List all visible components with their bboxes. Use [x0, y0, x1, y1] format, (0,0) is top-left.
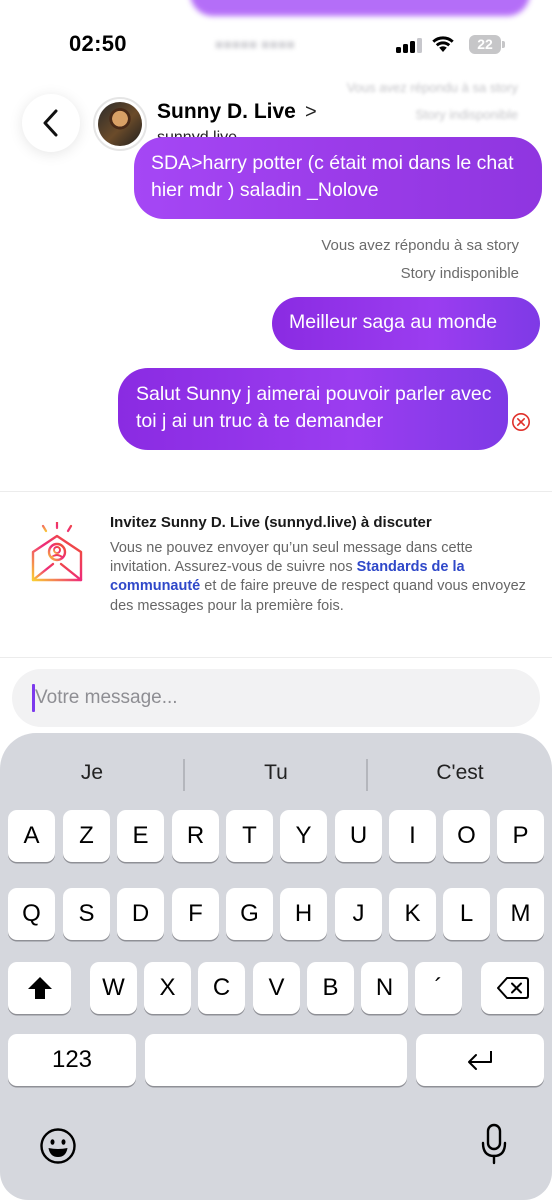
microphone-icon[interactable]: [480, 1123, 508, 1167]
key[interactable]: O: [443, 810, 490, 862]
key[interactable]: H: [280, 888, 327, 940]
suggestion-divider: [183, 759, 185, 791]
story-unavailable-label: Story indisponible: [400, 265, 519, 282]
delete-key[interactable]: [481, 962, 544, 1014]
back-button[interactable]: [22, 94, 80, 152]
invite-body: Vous ne pouvez envoyer qu’un seul messag…: [110, 539, 530, 616]
key[interactable]: U: [335, 810, 382, 862]
key[interactable]: A: [8, 810, 55, 862]
shift-key[interactable]: [8, 962, 71, 1014]
key[interactable]: M: [497, 888, 544, 940]
message-input[interactable]: Votre message...: [12, 669, 540, 727]
divider: [0, 657, 552, 658]
key[interactable]: C: [198, 962, 245, 1014]
suggestion-item[interactable]: C'est: [370, 761, 550, 785]
key[interactable]: B: [307, 962, 354, 1014]
avatar-image: [98, 102, 142, 146]
suggestion-item[interactable]: Je: [2, 761, 182, 785]
status-time: 02:50: [69, 31, 127, 56]
key[interactable]: Y: [280, 810, 327, 862]
key[interactable]: L: [443, 888, 490, 940]
emoji-icon[interactable]: [39, 1127, 77, 1165]
suggestion-divider: [366, 759, 368, 791]
key[interactable]: I: [389, 810, 436, 862]
key[interactable]: P: [497, 810, 544, 862]
key[interactable]: V: [253, 962, 300, 1014]
key[interactable]: ´: [415, 962, 462, 1014]
story-reply-label: Vous avez répondu à sa story: [321, 237, 519, 254]
invite-title: Invitez Sunny D. Live (sunnyd.live) à di…: [110, 514, 432, 531]
invite-envelope-icon: [31, 522, 83, 582]
keyboard: Je Tu C'est A Z E R T Y U I O P Q S D F …: [0, 733, 552, 1200]
divider: [0, 491, 552, 492]
key[interactable]: G: [226, 888, 273, 940]
key[interactable]: N: [361, 962, 408, 1014]
key[interactable]: K: [389, 888, 436, 940]
chevron-right-icon[interactable]: >: [305, 101, 317, 124]
chevron-left-icon: [43, 109, 58, 137]
cellular-signal-icon: [396, 37, 424, 53]
backspace-icon: [496, 977, 529, 999]
battery-level: 22: [469, 35, 501, 54]
key[interactable]: J: [335, 888, 382, 940]
send-failed-icon[interactable]: [511, 412, 531, 432]
sent-message-bubble[interactable]: Salut Sunny j aimerai pouvoir parler ave…: [118, 368, 508, 450]
key[interactable]: F: [172, 888, 219, 940]
wifi-icon: [432, 36, 454, 52]
key[interactable]: S: [63, 888, 110, 940]
sent-message-bubble[interactable]: SDA>harry potter (c était moi dans le ch…: [134, 137, 542, 219]
battery-icon: 22: [469, 35, 505, 54]
return-icon: [468, 1051, 492, 1070]
key[interactable]: W: [90, 962, 137, 1014]
message-placeholder: Votre message...: [35, 687, 178, 708]
key[interactable]: X: [144, 962, 191, 1014]
key[interactable]: Z: [63, 810, 110, 862]
key[interactable]: T: [226, 810, 273, 862]
key[interactable]: D: [117, 888, 164, 940]
key[interactable]: Q: [8, 888, 55, 940]
header-ghost-line: Vous avez répondu à sa story: [346, 80, 518, 95]
header-ghost-line: Story indisponible: [415, 107, 518, 122]
shift-icon: [27, 977, 52, 999]
key[interactable]: E: [117, 810, 164, 862]
key[interactable]: R: [172, 810, 219, 862]
return-key[interactable]: [416, 1034, 544, 1086]
suggestion-item[interactable]: Tu: [186, 761, 366, 785]
contact-name[interactable]: Sunny D. Live: [157, 100, 296, 124]
status-ghost-text: ■■■■■ ■■■■: [215, 36, 295, 52]
contact-avatar[interactable]: [93, 97, 147, 151]
numbers-key[interactable]: 123: [8, 1034, 136, 1086]
status-bar: 02:50 ■■■■■ ■■■■ 22: [0, 0, 552, 90]
sent-message-bubble[interactable]: Meilleur saga au monde: [272, 297, 540, 350]
space-key[interactable]: [145, 1034, 407, 1086]
